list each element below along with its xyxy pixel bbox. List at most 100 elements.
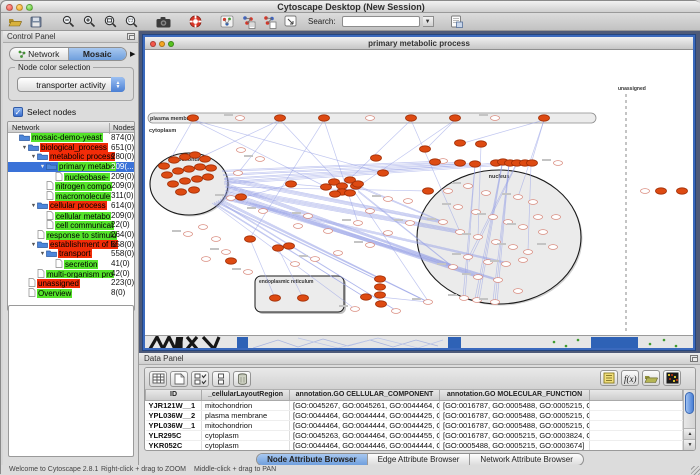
network-node[interactable]: [203, 174, 214, 180]
annotation-icon[interactable]: [281, 14, 299, 29]
tree-row[interactable]: ▼establishment of lo558(0): [8, 240, 134, 250]
tab-node-attribute-browser[interactable]: Node Attribute Browser: [257, 454, 368, 465]
import-attributes-icon[interactable]: [448, 14, 466, 29]
network-canvas[interactable]: plasma membranecytoplasmmitochondrionnuc…: [145, 50, 693, 335]
network-node[interactable]: [162, 172, 173, 178]
network-node-outline[interactable]: [404, 199, 413, 204]
zoom-in-icon[interactable]: [80, 14, 98, 29]
network-node-outline[interactable]: [244, 270, 253, 275]
network-node-outline[interactable]: [351, 307, 360, 312]
expand-arrow-icon[interactable]: ▼: [30, 203, 37, 209]
network-node-outline[interactable]: [514, 289, 523, 294]
network-node-outline[interactable]: [444, 189, 453, 194]
network-node[interactable]: [376, 301, 387, 307]
tab-edge-attribute-browser[interactable]: Edge Attribute Browser: [368, 454, 471, 465]
table-row[interactable]: YPL036W__1mitochondrion[GO:0044464, GO:0…: [146, 420, 683, 430]
tree-row[interactable]: response to stimulu264(0): [8, 230, 134, 240]
network-node[interactable]: [284, 243, 295, 249]
search-dropdown-button[interactable]: ▼: [423, 16, 434, 27]
scroll-down-icon[interactable]: ▼: [684, 439, 696, 450]
tree-row[interactable]: secretion41(0): [8, 259, 134, 269]
table-row[interactable]: YPL036W__2plasma membrane[GO:0044464, GO…: [146, 410, 683, 420]
node-color-dropdown[interactable]: transporter activity ▲▼: [17, 77, 125, 92]
network-node[interactable]: [236, 194, 247, 200]
network-node[interactable]: [420, 146, 431, 152]
vizmapper-icon[interactable]: [218, 14, 236, 29]
network-node-outline[interactable]: [474, 275, 483, 280]
network-node[interactable]: [184, 166, 195, 172]
network-node[interactable]: [656, 188, 667, 194]
scrollbar-thumb[interactable]: [685, 392, 694, 414]
network-node-outline[interactable]: [291, 262, 300, 267]
import-folder-icon[interactable]: [642, 370, 660, 386]
network-node[interactable]: [180, 154, 191, 160]
tree-row[interactable]: mosaic-demo-yeast874(0): [8, 133, 134, 143]
network-node[interactable]: [275, 115, 286, 121]
network-node-outline[interactable]: [304, 214, 313, 219]
network-window-titlebar[interactable]: primary metabolic process: [145, 37, 693, 50]
zoom-fit-icon[interactable]: [101, 14, 119, 29]
network-node-outline[interactable]: [502, 262, 511, 267]
network-node[interactable]: [375, 284, 386, 290]
float-data-panel-icon[interactable]: [690, 355, 698, 362]
network-node[interactable]: [375, 276, 386, 282]
zoom-out-icon[interactable]: [59, 14, 77, 29]
expand-arrow-icon[interactable]: ▼: [39, 164, 46, 170]
table-row[interactable]: YJR121W__1mitochondrion[GO:0045267, GO:0…: [146, 400, 683, 410]
network-node[interactable]: [319, 115, 330, 121]
network-node-outline[interactable]: [641, 189, 650, 194]
network-node-outline[interactable]: [424, 300, 433, 305]
open-session-icon[interactable]: [6, 14, 24, 29]
tab-network[interactable]: Network: [10, 48, 69, 60]
network-node-outline[interactable]: [294, 224, 303, 229]
network-node-outline[interactable]: [529, 200, 538, 205]
network-node[interactable]: [371, 155, 382, 161]
network-node-outline[interactable]: [514, 195, 523, 200]
expand-arrow-icon[interactable]: ▼: [30, 242, 37, 248]
scroll-up-icon[interactable]: ▲: [684, 428, 696, 439]
table-row[interactable]: YKR052Ccytoplasm[GO:0044464, GO:0044446,…: [146, 440, 683, 450]
network-node-outline[interactable]: [449, 265, 458, 270]
network-node-outline[interactable]: [519, 258, 528, 263]
network-node[interactable]: [527, 160, 538, 166]
network-node-outline[interactable]: [491, 300, 500, 305]
network-node[interactable]: [195, 164, 206, 170]
column-header[interactable]: _cellularLayoutRegion: [202, 390, 290, 400]
network-node[interactable]: [173, 168, 184, 174]
table-scrollbar[interactable]: ▲ ▼: [683, 390, 695, 450]
expand-arrow-icon[interactable]: ▼: [39, 251, 46, 257]
network-node[interactable]: [192, 176, 203, 182]
network-node[interactable]: [361, 294, 372, 300]
network-node[interactable]: [470, 161, 481, 167]
network-node-outline[interactable]: [460, 296, 469, 301]
network-node[interactable]: [406, 115, 417, 121]
network-node[interactable]: [245, 236, 256, 242]
formula-fx-icon[interactable]: f(x): [621, 370, 639, 386]
network-node[interactable]: [226, 258, 237, 264]
column-header[interactable]: annotation.GO MOLECULAR_FUNCTION: [440, 390, 590, 400]
network-node[interactable]: [345, 190, 356, 196]
network-node-outline[interactable]: [212, 237, 221, 242]
network-node[interactable]: [353, 181, 364, 187]
snapshot-camera-icon[interactable]: [154, 14, 172, 29]
tree-row[interactable]: ▼primary metabo209(...: [8, 162, 134, 172]
network-node-outline[interactable]: [311, 257, 320, 262]
network-node[interactable]: [180, 178, 191, 184]
network-node-outline[interactable]: [334, 251, 343, 256]
network-node-outline[interactable]: [534, 215, 543, 220]
tree-row[interactable]: nucleobase-209(0): [8, 172, 134, 182]
network-node-outline[interactable]: [256, 157, 265, 162]
network-node[interactable]: [189, 187, 200, 193]
select-nodes-checkbox[interactable]: ✓: [13, 107, 23, 117]
network-node-outline[interactable]: [237, 148, 246, 153]
expand-arrow-icon[interactable]: ▼: [21, 145, 28, 151]
network-node[interactable]: [455, 140, 466, 146]
network-node-outline[interactable]: [519, 225, 528, 230]
network-node[interactable]: [539, 115, 550, 121]
tree-row[interactable]: nitrogen compo209(0): [8, 181, 134, 191]
zoom-selected-icon[interactable]: [122, 14, 140, 29]
network-node-outline[interactable]: [202, 257, 211, 262]
network-node-outline[interactable]: [324, 229, 333, 234]
tab-mosaic[interactable]: Mosaic: [69, 48, 127, 60]
attribute-list-icon[interactable]: [600, 370, 618, 386]
